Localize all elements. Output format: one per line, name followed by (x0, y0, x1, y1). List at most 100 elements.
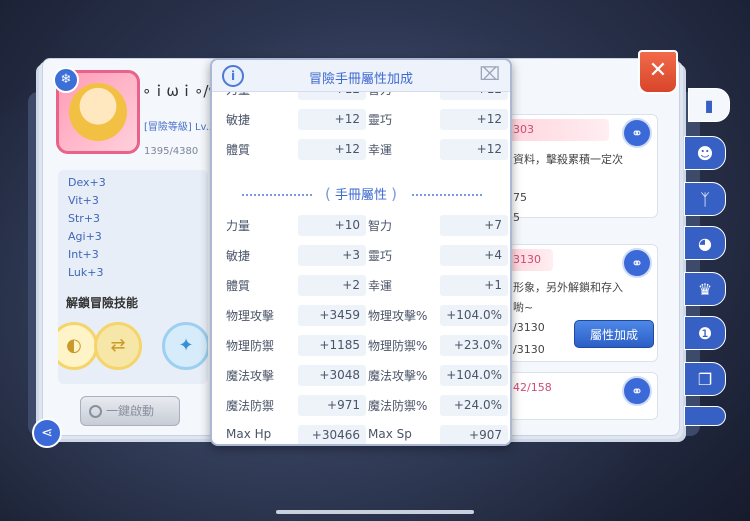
quest-card-count: 3130 (513, 253, 541, 266)
attribute-value: +3048 (298, 365, 366, 386)
exp-progress: 1395/4380 (144, 146, 199, 157)
attribute-value: +12 (440, 139, 508, 160)
skill-strip: ◐ ⇄ ✦ (58, 316, 208, 378)
attribute-label: 幸運 (368, 143, 393, 157)
snowflake-icon: ❄ (53, 67, 79, 93)
attribute-label: 魔法防禦 (226, 399, 275, 413)
attribute-row: 物理攻擊 +3459 物理攻擊% +104.0% (212, 304, 510, 328)
avatar[interactable]: ❄ (53, 67, 140, 154)
tab-more-icon[interactable] (684, 406, 726, 426)
attribute-label: 力量 (226, 92, 250, 102)
stat-item: Luk+3 (68, 266, 104, 279)
link-icon[interactable]: ⚭ (622, 376, 652, 406)
stat-item: Str+3 (68, 212, 101, 225)
attribute-value: +12 (440, 109, 508, 130)
attribute-row: 物理防禦 +1185 物理防禦% +23.0% (212, 334, 510, 358)
attribute-value: +907 (440, 425, 508, 444)
quest-card-text: /3130 (513, 343, 545, 356)
attribute-value: +4 (440, 245, 508, 266)
handbook-attribute-bonus-dialog: i 冒險手冊屬性加成 ⌧ 力量 +12 智力 +12 敏捷 +12 靈巧 +12… (210, 58, 512, 446)
stat-item: Int+3 (68, 248, 99, 261)
attribute-label: 物理攻擊% (368, 309, 428, 323)
stat-item: Dex+3 (68, 176, 106, 189)
attribute-label: 智力 (368, 219, 393, 233)
activate-icon (89, 405, 102, 418)
attribute-label: 體質 (226, 279, 251, 293)
attribute-row: 體質 +12 幸運 +12 (212, 138, 510, 162)
quest-card-count: 303 (513, 123, 534, 136)
attribute-value: +10 (298, 215, 366, 236)
home-indicator (276, 510, 474, 514)
attribute-row: 敏捷 +12 靈巧 +12 (212, 108, 510, 132)
quest-card-count: 42/158 (513, 381, 552, 394)
attribute-value: +24.0% (440, 395, 508, 416)
attribute-label: Max Sp (368, 427, 412, 441)
attribute-value: +104.0% (440, 305, 508, 326)
quest-card-text: /3130 (513, 321, 545, 334)
quest-card-text: 資料，擊殺累積一定次 (513, 153, 623, 166)
attribute-label: 幸運 (368, 279, 393, 293)
attribute-label: 智力 (368, 92, 392, 102)
skill-icon[interactable]: ⇄ (94, 322, 142, 370)
attribute-value: +1185 (298, 335, 366, 356)
stat-list: Dex+3 Vit+3 Str+3 Agi+3 Int+3 Luk+3 (68, 174, 106, 282)
attribute-row: 敏捷 +3 靈巧 +4 (212, 244, 510, 268)
share-icon[interactable]: ⋖ (32, 418, 62, 448)
one-click-activate-button[interactable]: 一鍵啟動 (80, 396, 180, 426)
attribute-value: +3459 (298, 305, 366, 326)
attribute-label: 魔法攻擊 (226, 369, 275, 383)
dialog-body[interactable]: 力量 +12 智力 +12 敏捷 +12 靈巧 +12 體質 +12 幸運 +1… (212, 92, 510, 444)
quest-card-text: 喲~ (513, 301, 534, 314)
adventure-level: [冒險等級] Lv.5 (144, 122, 216, 133)
link-icon[interactable]: ⚭ (622, 118, 652, 148)
tab-open-book-icon[interactable]: ❐ (684, 362, 726, 396)
tab-book-icon[interactable]: ▮ (688, 88, 730, 122)
close-icon[interactable]: ⌧ (479, 64, 500, 85)
attribute-value: +3 (298, 245, 366, 266)
attribute-label: 體質 (226, 143, 251, 157)
attribute-value: +30466 (298, 425, 366, 444)
quest-card-text: 形象，另外解鎖和存入 (513, 281, 623, 294)
close-button[interactable]: ✕ (638, 50, 678, 94)
attribute-label: 物理防禦 (226, 339, 275, 353)
tab-card-icon[interactable]: ❶ (684, 316, 726, 350)
attribute-row: Max Hp +30466 Max Sp +907 (212, 424, 510, 444)
avatar-portrait (69, 83, 127, 141)
stat-item: Agi+3 (68, 230, 102, 243)
attribute-row: 魔法防禦 +971 魔法防禦% +24.0% (212, 394, 510, 418)
attribute-value: +12 (298, 109, 366, 130)
attribute-label: 敏捷 (226, 113, 251, 127)
attribute-value: +12 (298, 139, 366, 160)
attribute-value: +2 (298, 275, 366, 296)
tab-horns-icon[interactable]: ᛉ (684, 182, 726, 216)
attribute-value: +7 (440, 215, 508, 236)
attribute-value: +104.0% (440, 365, 508, 386)
tab-monster-icon[interactable]: ☻ (684, 136, 726, 170)
close-icon: ✕ (648, 58, 668, 83)
quest-card-text: 5 (513, 211, 520, 224)
attribute-value: +971 (298, 395, 366, 416)
attribute-value: +23.0% (440, 335, 508, 356)
attribute-label: 魔法攻擊% (368, 369, 428, 383)
attribute-label: 物理攻擊 (226, 309, 275, 323)
tab-chef-hat-icon[interactable]: ♛ (684, 272, 726, 306)
attribute-label: 敏捷 (226, 249, 251, 263)
attribute-label: 靈巧 (368, 249, 393, 263)
skill-icon[interactable]: ◐ (58, 322, 98, 370)
link-icon[interactable]: ⚭ (622, 248, 652, 278)
one-click-label: 一鍵啟動 (105, 404, 154, 418)
attribute-bonus-button[interactable]: 屬性加成 (574, 320, 654, 348)
attribute-row: 體質 +2 幸運 +1 (212, 274, 510, 298)
attribute-row: 力量 +10 智力 +7 (212, 214, 510, 238)
attribute-label: 物理防禦% (368, 339, 428, 353)
skill-icon[interactable]: ✦ (162, 322, 208, 370)
dialog-header: i 冒險手冊屬性加成 ⌧ (212, 60, 510, 92)
attribute-row: 力量 +12 智力 +12 (212, 92, 510, 102)
unlock-skills-title: 解鎖冒險技能 (66, 296, 139, 310)
attribute-label: 靈巧 (368, 113, 393, 127)
attribute-value: +12 (298, 92, 366, 100)
quest-card-text: 75 (513, 191, 527, 204)
attribute-value: +12 (440, 92, 508, 100)
stat-item: Vit+3 (68, 194, 99, 207)
tab-pet-icon[interactable]: ◕ (684, 226, 726, 260)
